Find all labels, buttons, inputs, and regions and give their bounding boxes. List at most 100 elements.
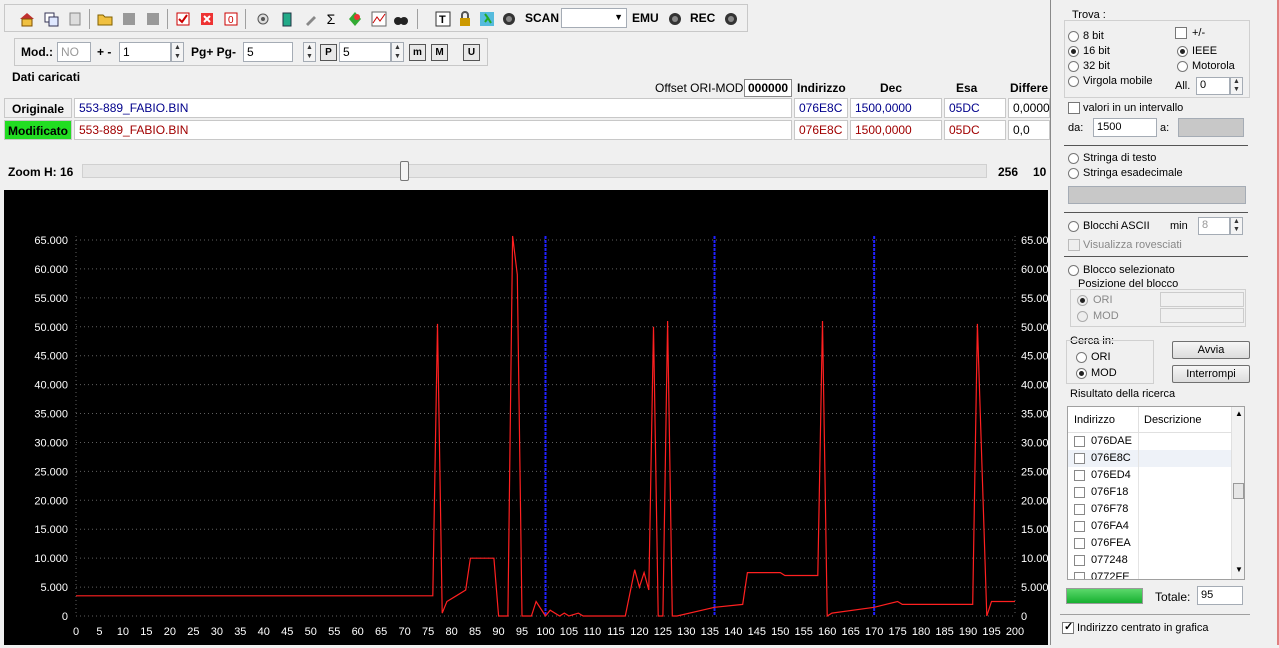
shapes-icon[interactable] xyxy=(345,9,365,29)
pg-spinner[interactable]: ▲ ▼ xyxy=(303,42,316,62)
result-checkbox[interactable] xyxy=(1074,453,1085,464)
line-chart: 005.0005.00010.00010.00015.00015.00020.0… xyxy=(34,235,1054,638)
block-mod-input[interactable] xyxy=(1160,308,1244,323)
centered-checkbox[interactable] xyxy=(1062,620,1074,634)
range-checkbox[interactable] xyxy=(1068,102,1080,114)
original-label[interactable]: Originale xyxy=(4,98,72,118)
radio-block-mod[interactable] xyxy=(1077,311,1088,322)
results-scrollbar[interactable]: ▲ ▼ xyxy=(1231,407,1244,579)
modified-diff: 0,0 xyxy=(1008,120,1050,140)
col-address-header[interactable]: Indirizzo xyxy=(1074,414,1115,426)
runner-icon[interactable] xyxy=(477,9,497,29)
sum-icon[interactable]: Σ xyxy=(321,9,341,29)
home-icon[interactable] xyxy=(17,9,37,29)
result-row[interactable]: 076E8C xyxy=(1068,450,1233,467)
result-checkbox[interactable] xyxy=(1074,555,1085,566)
rec-dot-icon[interactable] xyxy=(721,9,741,29)
radio-hex-string[interactable] xyxy=(1068,168,1079,179)
min-spinner[interactable]: ▲ ▼ xyxy=(1230,217,1243,235)
result-row[interactable]: 076F18 xyxy=(1068,484,1233,501)
p-input[interactable]: 5 xyxy=(339,42,391,62)
chart-icon[interactable] xyxy=(369,9,389,29)
radio-motorola[interactable] xyxy=(1177,61,1188,72)
mod-input[interactable]: NO xyxy=(57,42,91,62)
compare-icon[interactable] xyxy=(197,9,217,29)
rec-label[interactable]: REC xyxy=(690,11,715,25)
radio-32bit[interactable] xyxy=(1068,61,1079,72)
result-checkbox[interactable] xyxy=(1074,521,1085,532)
copy-icon[interactable] xyxy=(65,9,85,29)
emu-dot-icon[interactable] xyxy=(665,9,685,29)
result-row[interactable]: 0772FE xyxy=(1068,569,1233,579)
scan-label[interactable]: SCAN xyxy=(525,11,559,25)
zero-icon[interactable]: 0 xyxy=(221,9,241,29)
result-row[interactable]: 076F78 xyxy=(1068,501,1233,518)
u-icon[interactable]: U xyxy=(463,44,480,61)
radio-block-ori[interactable] xyxy=(1077,295,1088,306)
result-row[interactable]: 076ED4 xyxy=(1068,467,1233,484)
da-input[interactable]: 1500 xyxy=(1093,118,1157,137)
lock-icon[interactable] xyxy=(455,9,475,29)
chart-area[interactable]: 005.0005.00010.00010.00015.00015.00020.0… xyxy=(4,190,1055,645)
all-spinner[interactable]: ▲ ▼ xyxy=(1230,77,1243,95)
checklist-icon[interactable] xyxy=(173,9,193,29)
result-row[interactable]: 077248 xyxy=(1068,552,1233,569)
col-description-header[interactable]: Descrizione xyxy=(1144,414,1201,426)
save-icon[interactable] xyxy=(119,9,139,29)
pg-input[interactable]: 5 xyxy=(243,42,293,62)
result-checkbox[interactable] xyxy=(1074,487,1085,498)
radio-ascii-blocks[interactable] xyxy=(1068,221,1079,232)
result-checkbox[interactable] xyxy=(1074,504,1085,515)
zoom-track[interactable] xyxy=(82,164,987,178)
radio-ieee[interactable] xyxy=(1177,46,1188,57)
all-input[interactable]: 0 xyxy=(1196,77,1230,95)
gear-icon[interactable] xyxy=(253,9,273,29)
windows-icon[interactable] xyxy=(41,9,61,29)
plusminus-checkbox[interactable] xyxy=(1175,27,1187,39)
text-icon[interactable]: T xyxy=(433,9,453,29)
p-spinner[interactable]: ▲ ▼ xyxy=(391,42,404,62)
result-row[interactable]: 076FA4 xyxy=(1068,518,1233,535)
results-list[interactable]: Indirizzo Descrizione 076DAE 076E8C 076ED4… xyxy=(1067,406,1245,580)
modified-label[interactable]: Modificato xyxy=(4,120,72,140)
tool-icon[interactable] xyxy=(301,9,321,29)
record-dot-icon[interactable] xyxy=(499,9,519,29)
m-big-icon[interactable]: M xyxy=(431,44,448,61)
emu-label[interactable]: EMU xyxy=(632,11,659,25)
result-checkbox[interactable] xyxy=(1074,572,1085,579)
m-small-icon[interactable]: m xyxy=(409,44,426,61)
show-reversed-checkbox[interactable] xyxy=(1068,239,1080,251)
radio-16bit[interactable] xyxy=(1068,46,1079,57)
radio-search-ori[interactable] xyxy=(1076,352,1087,363)
p-icon[interactable]: P xyxy=(320,44,337,61)
stop-button[interactable]: Interrompi xyxy=(1172,365,1250,383)
string-input[interactable] xyxy=(1068,186,1246,204)
y-tick-label-left: 40.000 xyxy=(34,380,68,392)
binoculars-icon[interactable] xyxy=(391,9,411,29)
result-row[interactable]: 076DAE xyxy=(1068,433,1233,450)
result-checkbox[interactable] xyxy=(1074,538,1085,549)
open-folder-icon[interactable] xyxy=(95,9,115,29)
block-ori-input[interactable] xyxy=(1160,292,1244,307)
result-checkbox[interactable] xyxy=(1074,436,1085,447)
radio-text-string[interactable] xyxy=(1068,153,1079,164)
radio-selected-block[interactable] xyxy=(1068,265,1079,276)
radio-float[interactable] xyxy=(1068,76,1079,87)
radio-8bit[interactable] xyxy=(1068,31,1079,42)
a-input[interactable] xyxy=(1178,118,1244,137)
battery-icon[interactable] xyxy=(277,9,297,29)
result-address: 076FEA xyxy=(1091,537,1131,549)
save-as-icon[interactable] xyxy=(143,9,163,29)
radio-search-mod[interactable] xyxy=(1076,368,1087,379)
plusminus-input[interactable]: 1 xyxy=(119,42,171,62)
result-row[interactable]: 076FEA xyxy=(1068,535,1233,552)
plusminus-spinner[interactable]: ▲ ▼ xyxy=(171,42,184,62)
scroll-up-icon[interactable]: ▲ xyxy=(1235,409,1243,418)
scroll-down-icon[interactable]: ▼ xyxy=(1235,565,1243,574)
zoom-slider-thumb[interactable] xyxy=(400,161,409,181)
scroll-thumb[interactable] xyxy=(1233,483,1244,499)
start-button[interactable]: Avvia xyxy=(1172,341,1250,359)
scan-dropdown[interactable]: ▼ xyxy=(561,8,627,28)
result-checkbox[interactable] xyxy=(1074,470,1085,481)
min-input[interactable]: 8 xyxy=(1198,217,1230,235)
